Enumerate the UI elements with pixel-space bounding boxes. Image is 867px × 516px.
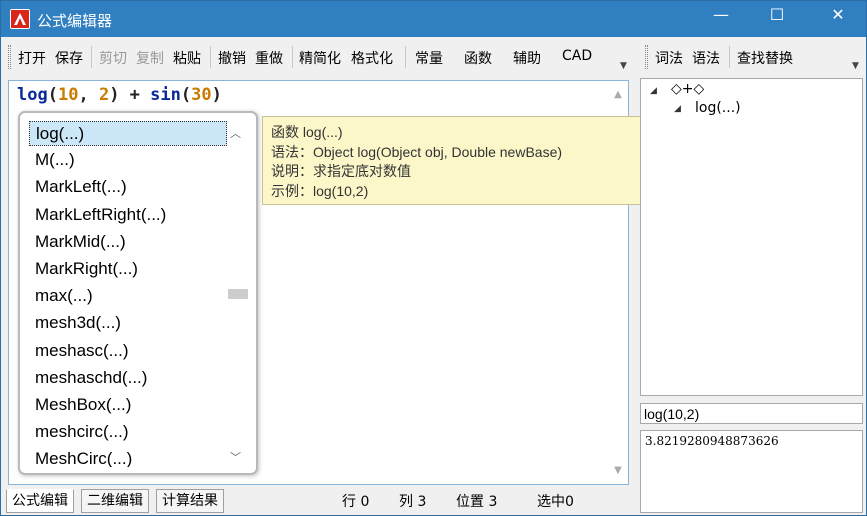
autocomplete-item[interactable]: meshasc(...): [28, 339, 228, 364]
maximize-icon: ☐: [769, 5, 785, 24]
close-button[interactable]: ✕: [815, 1, 861, 31]
formula-token: 2: [98, 85, 110, 105]
app-logo-icon: [10, 9, 30, 29]
format-button[interactable]: 格式化: [351, 48, 393, 68]
tab-formula-edit[interactable]: 公式编辑: [6, 489, 74, 513]
result-value-field[interactable]: 3.8219280948873626: [640, 430, 863, 513]
find-replace-button[interactable]: 查找替换: [737, 48, 793, 68]
formula-token: log: [17, 85, 48, 105]
minimize-icon: —: [713, 5, 729, 24]
toolbar-separator: [405, 46, 406, 68]
constants-menu[interactable]: 常量: [415, 48, 443, 68]
autocomplete-item[interactable]: MarkLeft(...): [28, 175, 228, 200]
undo-button[interactable]: 撤销: [218, 48, 246, 68]
tree-expand-icon[interactable]: ◢: [650, 86, 657, 96]
toolbar-overflow-icon[interactable]: ▼: [620, 61, 627, 71]
window-title: 公式编辑器: [37, 12, 113, 30]
formula-token: ,: [78, 85, 99, 105]
tree-expand-icon[interactable]: ◢: [674, 104, 681, 114]
toolbar-separator: [292, 46, 293, 68]
scroll-up-icon[interactable]: ▲: [612, 89, 624, 101]
open-button[interactable]: 打开: [18, 48, 46, 68]
formula-editor-window: 公式编辑器 — ☐ ✕ 打开 保存 剪切 复制 粘贴 撤销 重做 精简化 格式化…: [0, 0, 867, 516]
main-toolbar: 打开 保存 剪切 复制 粘贴 撤销 重做 精简化 格式化 常量 函数 辅助 CA…: [5, 41, 633, 73]
formula-token: sin: [150, 85, 181, 105]
status-row: 行 0: [342, 494, 370, 510]
toolbar-grip[interactable]: [8, 45, 11, 69]
tab-calc-result[interactable]: 计算结果: [156, 489, 224, 513]
autocomplete-item[interactable]: mesh3d(...): [28, 311, 228, 336]
autocomplete-item[interactable]: meshaschd(...): [28, 366, 228, 391]
side-toolbar: 词法 语法 查找替换 ▼: [642, 41, 866, 73]
autocomplete-list[interactable]: log(...) M(...) MarkLeft(...) MarkLeftRight…: [28, 121, 228, 467]
autocomplete-popup: log(...) M(...) MarkLeft(...) MarkLeftRight…: [18, 111, 258, 475]
status-selection: 选中0: [537, 494, 574, 510]
toolbar-grip[interactable]: [645, 45, 648, 69]
scroll-down-icon[interactable]: ▼: [612, 465, 624, 477]
simplify-button[interactable]: 精简化: [299, 48, 341, 68]
scroll-thumb[interactable]: [228, 289, 248, 299]
functions-menu[interactable]: 函数: [464, 48, 492, 68]
tab-2d-edit[interactable]: 二维编辑: [81, 489, 149, 513]
save-button[interactable]: 保存: [55, 48, 83, 68]
formula-token: 30: [191, 85, 212, 105]
autocomplete-item[interactable]: MarkMid(...): [28, 230, 228, 255]
paste-button[interactable]: 粘贴: [173, 48, 201, 68]
autocomplete-scrollbar[interactable]: ︿ ﹀: [225, 119, 248, 469]
status-column: 列 3: [399, 494, 427, 510]
copy-button[interactable]: 复制: [136, 48, 164, 68]
lexical-button[interactable]: 词法: [655, 48, 683, 68]
autocomplete-item[interactable]: meshcirc(...): [28, 420, 228, 445]
title-bar[interactable]: 公式编辑器 — ☐ ✕: [1, 1, 866, 37]
formula-text[interactable]: log(10, 2) + sin(30): [17, 85, 222, 105]
tree-root-node[interactable]: ◇+◇: [671, 81, 704, 97]
toolbar-overflow-icon[interactable]: ▼: [852, 61, 859, 71]
syntax-button[interactable]: 语法: [692, 48, 720, 68]
chevron-up-icon[interactable]: ︿: [230, 125, 241, 141]
tree-child-node[interactable]: log(...): [695, 100, 741, 116]
autocomplete-item[interactable]: M(...): [28, 148, 228, 173]
minimize-button[interactable]: —: [698, 1, 744, 31]
autocomplete-item[interactable]: MeshCirc(...): [28, 447, 228, 467]
status-position: 位置 3: [456, 494, 498, 510]
formula-token: 10: [57, 85, 79, 105]
result-expression-field[interactable]: log(10,2): [640, 403, 863, 424]
maximize-button[interactable]: ☐: [754, 1, 800, 31]
autocomplete-item[interactable]: MeshBox(...): [28, 393, 228, 418]
autocomplete-item[interactable]: log(...): [29, 121, 227, 146]
formula-token: (: [47, 85, 58, 105]
toolbar-separator: [210, 46, 211, 68]
cad-menu[interactable]: CAD: [562, 48, 592, 64]
chevron-down-icon[interactable]: ﹀: [230, 449, 241, 465]
helpers-menu[interactable]: 辅助: [513, 48, 541, 68]
formula-token: (: [180, 85, 192, 105]
cut-button[interactable]: 剪切: [99, 48, 127, 68]
close-icon: ✕: [831, 5, 845, 24]
autocomplete-item[interactable]: MarkRight(...): [28, 257, 228, 282]
formula-token: ) +: [109, 85, 151, 105]
syntax-tree[interactable]: ◢ ◇+◇ ◢ log(...): [640, 78, 863, 396]
toolbar-separator: [729, 46, 730, 68]
formula-token: ): [211, 85, 222, 105]
redo-button[interactable]: 重做: [255, 48, 283, 68]
toolbar-separator: [91, 46, 92, 68]
autocomplete-item[interactable]: MarkLeftRight(...): [28, 203, 228, 228]
autocomplete-item[interactable]: max(...): [28, 284, 228, 309]
